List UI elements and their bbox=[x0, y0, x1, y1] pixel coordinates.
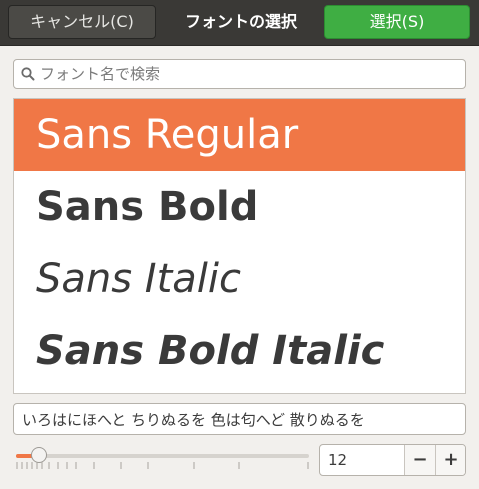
font-item-sans-italic[interactable]: Sans Italic bbox=[14, 243, 465, 315]
slider-ticks bbox=[16, 462, 309, 469]
search-icon bbox=[21, 67, 35, 81]
preview-input[interactable] bbox=[22, 407, 458, 431]
cancel-button[interactable]: キャンセル(C) bbox=[8, 5, 156, 39]
font-list: Sans Regular Sans Bold Sans Italic Sans … bbox=[13, 98, 466, 394]
size-input[interactable] bbox=[328, 448, 398, 472]
header-bar: キャンセル(C) フォントの選択 選択(S) bbox=[0, 0, 479, 46]
search-input[interactable] bbox=[40, 62, 460, 86]
font-item-sans-regular[interactable]: Sans Regular bbox=[14, 99, 465, 171]
size-slider[interactable] bbox=[14, 444, 312, 474]
search-field[interactable] bbox=[13, 59, 466, 89]
select-button[interactable]: 選択(S) bbox=[324, 5, 470, 39]
dialog-title: フォントの選択 bbox=[184, 12, 297, 31]
size-spinbutton[interactable]: − + bbox=[319, 444, 466, 476]
slider-track bbox=[16, 454, 309, 458]
font-item-sans-bold[interactable]: Sans Bold bbox=[14, 171, 465, 243]
increase-size-button[interactable]: + bbox=[435, 445, 465, 475]
decrease-size-button[interactable]: − bbox=[404, 445, 435, 475]
font-item-sans-bold-italic[interactable]: Sans Bold Italic bbox=[14, 315, 465, 387]
preview-field[interactable] bbox=[13, 403, 466, 435]
